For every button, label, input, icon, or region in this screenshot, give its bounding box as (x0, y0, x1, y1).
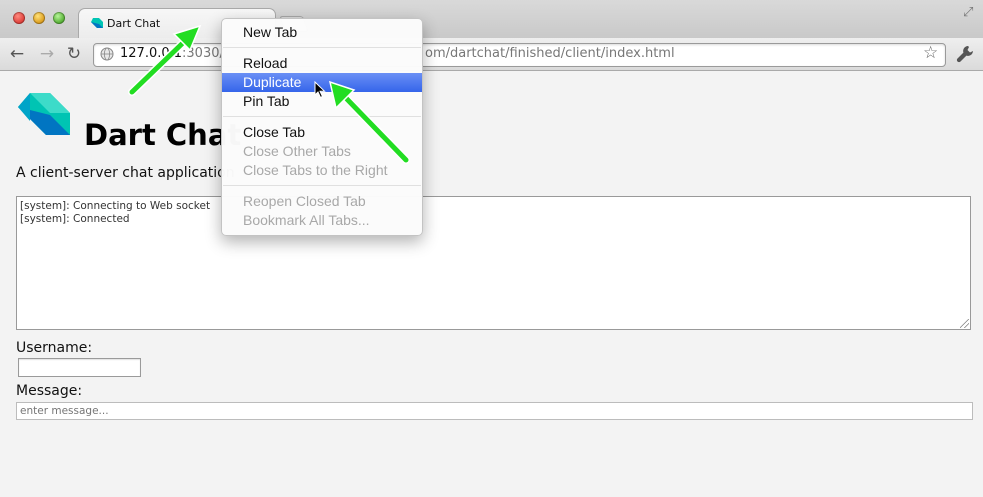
tab-title: Dart Chat (107, 17, 161, 30)
menu-item-new-tab[interactable]: New Tab (222, 23, 422, 42)
username-field[interactable] (18, 358, 141, 377)
chat-log-line: [system]: Connected (20, 212, 130, 225)
message-label: Message: (16, 383, 83, 399)
message-input[interactable] (16, 402, 973, 420)
menu-divider (223, 185, 421, 186)
globe-icon (100, 47, 114, 61)
page-title: Dart Chat (84, 118, 242, 152)
menu-item-reopen-closed-tab[interactable]: Reopen Closed Tab (222, 192, 422, 211)
star-icon[interactable]: ☆ (923, 43, 943, 63)
chat-log-line: [system]: Connecting to Web socket (20, 200, 211, 212)
url-text-tail: om/dartchat/finished/client/index.html (425, 46, 675, 61)
menu-item-close-other-tabs[interactable]: Close Other Tabs (222, 142, 422, 161)
back-arrow-icon[interactable]: ← (7, 44, 27, 64)
close-window-button[interactable] (13, 12, 25, 24)
username-label: Username: (16, 340, 93, 356)
menu-item-bookmark-all-tabs[interactable]: Bookmark All Tabs... (222, 211, 422, 230)
forward-arrow-icon[interactable]: → (37, 44, 57, 64)
url-text: 127.0.0.1:3030/ (120, 46, 224, 61)
zoom-window-button[interactable] (53, 12, 65, 24)
menu-divider (223, 47, 421, 48)
reload-icon[interactable]: ↻ (64, 44, 84, 64)
dart-favicon-icon (91, 18, 103, 28)
minimize-window-button[interactable] (33, 12, 45, 24)
mouse-cursor-icon (314, 81, 326, 99)
resize-handle[interactable] (960, 319, 969, 328)
tab-context-menu: New Tab Reload Duplicate Pin Tab Close T… (221, 18, 423, 236)
dart-logo (18, 93, 70, 135)
wrench-icon[interactable] (955, 44, 975, 64)
fullscreen-icon[interactable]: ⤢ (963, 6, 977, 20)
page-subtitle: A client-server chat application (16, 165, 235, 181)
menu-item-reload[interactable]: Reload (222, 54, 422, 73)
menu-divider (223, 116, 421, 117)
menu-item-close-tab[interactable]: Close Tab (222, 123, 422, 142)
chat-log[interactable]: [system]: Connecting to Web socket [syst… (16, 196, 971, 330)
menu-item-close-tabs-right[interactable]: Close Tabs to the Right (222, 161, 422, 180)
